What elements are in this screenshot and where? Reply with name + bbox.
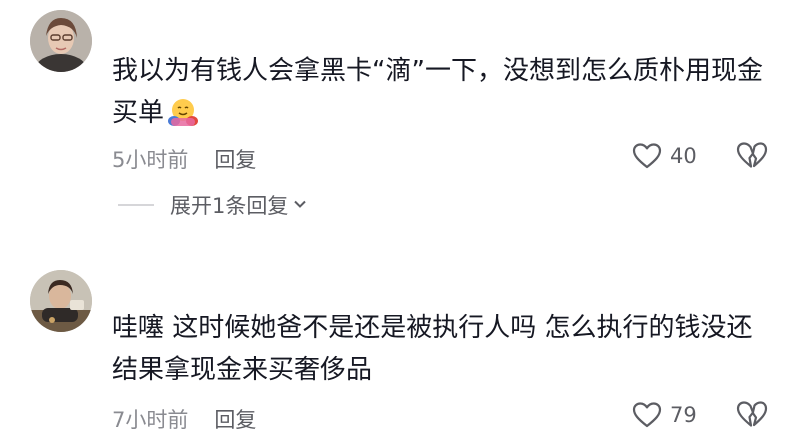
broken-heart-icon [736, 142, 768, 168]
comment-text: 我以为有钱人会拿黑卡“滴”一下，没想到怎么质朴用现金买单 [112, 50, 772, 140]
comment-text-body: 哇噻 这时候她爸不是还是被执行人吗 怎么执行的钱没还 结果拿现金来买奢侈品 [112, 313, 753, 385]
chevron-down-icon [292, 193, 308, 217]
like-count: 79 [670, 403, 697, 427]
hugging-face-emoji [168, 97, 199, 140]
dislike-button[interactable] [736, 400, 768, 434]
avatar[interactable] [30, 270, 92, 332]
like-count: 40 [670, 144, 697, 168]
comment-text-body: 我以为有钱人会拿黑卡“滴”一下，没想到怎么质朴用现金买单 [112, 56, 763, 128]
divider-line [118, 204, 154, 206]
avatar[interactable] [30, 10, 92, 72]
timestamp: 5小时前 [112, 148, 189, 172]
heart-icon [632, 402, 662, 428]
dislike-button[interactable] [736, 141, 768, 175]
like-button[interactable]: 40 [632, 142, 697, 170]
broken-heart-icon [736, 401, 768, 427]
like-button[interactable]: 79 [632, 401, 697, 429]
reply-button[interactable]: 回复 [214, 148, 256, 172]
reply-button[interactable]: 回复 [214, 408, 256, 432]
timestamp: 7小时前 [112, 408, 189, 432]
comment-text: 哇噻 这时候她爸不是还是被执行人吗 怎么执行的钱没还 结果拿现金来买奢侈品 [112, 307, 772, 391]
expand-replies-label: 展开1条回复 [170, 194, 289, 218]
expand-replies-button[interactable]: 展开1条回复 [118, 190, 308, 220]
heart-icon [632, 143, 662, 169]
comment-meta: 5小时前 回复 [112, 144, 256, 174]
comment-meta: 7小时前 回复 [112, 404, 256, 434]
